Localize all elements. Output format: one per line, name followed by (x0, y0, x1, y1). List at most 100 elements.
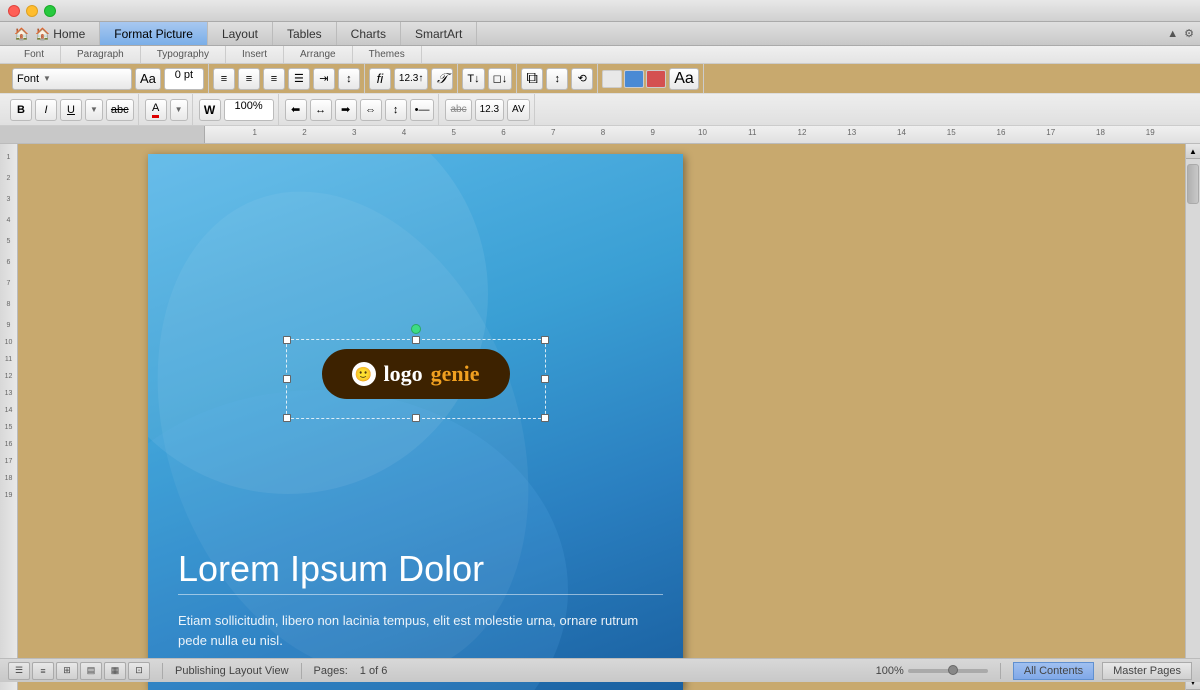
font-size-input[interactable]: 0 pt (164, 68, 204, 90)
ruler-left-margin (0, 126, 205, 143)
scroll-thumb[interactable] (1187, 164, 1199, 204)
font-section: Font ▼ Aa 0 pt (8, 64, 209, 93)
all-contents-tab[interactable]: All Contents (1013, 662, 1094, 680)
tab-tables[interactable]: Tables (273, 22, 337, 45)
handle-middle-right[interactable] (541, 375, 549, 383)
av-btn[interactable]: AV (507, 99, 530, 121)
handle-top-right[interactable] (541, 336, 549, 344)
typography-group-label: Typography (141, 46, 226, 63)
tab-layout[interactable]: Layout (208, 22, 273, 45)
view-icon-2[interactable]: ≡ (32, 662, 54, 680)
themes-group-label: Themes (353, 46, 422, 63)
nav-gear[interactable]: ⚙ (1184, 27, 1194, 40)
insert-section: T↓ ◻↓ (458, 64, 517, 93)
font-color-btn[interactable]: A (145, 99, 167, 121)
zoom-control: 100% (876, 665, 988, 677)
typo-cursive[interactable]: 𝒯 (431, 68, 453, 90)
text-format-section: B I U ▼ abc (6, 94, 139, 125)
logo-smiley-icon: 🙂 (351, 362, 375, 386)
close-button[interactable] (8, 5, 20, 17)
para-align-right[interactable]: ≡ (263, 68, 285, 90)
themes-section: Aa (598, 64, 704, 93)
nav-back[interactable]: ▲ (1167, 28, 1178, 40)
para-spacing[interactable]: ↕ (338, 68, 360, 90)
master-pages-tab[interactable]: Master Pages (1102, 662, 1192, 680)
view-icon-3[interactable]: ⊞ (56, 662, 78, 680)
typography-section: fi 12.3↑ 𝒯 (365, 64, 458, 93)
spacing-btn[interactable]: ↕ (385, 99, 407, 121)
view-icon-1[interactable]: ☰ (8, 662, 30, 680)
theme-icon-red[interactable] (646, 70, 666, 88)
vertical-ruler: 1 2 3 4 5 6 7 8 9 10 11 12 13 14 15 16 1… (0, 144, 18, 690)
zoom-slider-thumb[interactable] (948, 665, 958, 675)
underline-btn[interactable]: U (60, 99, 82, 121)
font-color-dropdown[interactable]: ▼ (170, 99, 188, 121)
nav-arrows: ▲ ⚙ (1161, 22, 1200, 45)
title-bar (0, 0, 1200, 22)
handle-bottom-right[interactable] (541, 414, 549, 422)
status-separator-1 (162, 663, 163, 679)
ruler-content: 1 2 3 4 5 6 7 8 9 10 11 12 13 14 15 16 1… (205, 126, 1200, 143)
view-icon-5[interactable]: ▦ (104, 662, 126, 680)
abc-btn[interactable]: abc (445, 99, 471, 121)
para-align-left[interactable]: ≡ (213, 68, 235, 90)
page-title: Lorem Ipsum Dolor (178, 548, 663, 590)
arrange-wrap[interactable]: ⟲ (571, 68, 593, 90)
scroll-track[interactable] (1186, 159, 1200, 675)
pages-label: Pages: (314, 665, 348, 677)
zoom-label: 100% (876, 665, 904, 677)
view-icon-6[interactable]: ⊡ (128, 662, 150, 680)
strikethrough-btn[interactable]: abc (106, 99, 134, 121)
tab-charts[interactable]: Charts (337, 22, 401, 45)
themes-more[interactable]: Aa (669, 68, 699, 90)
logo-container[interactable]: 🙂 logogenie (321, 349, 509, 399)
align-justify-btn[interactable]: ⇔ (360, 99, 382, 121)
logo-oval: 🙂 logogenie (321, 349, 509, 399)
num2-btn[interactable]: 12.3 (475, 99, 504, 121)
status-separator-2 (301, 663, 302, 679)
zoom-input[interactable]: 100% (224, 99, 274, 121)
para-list[interactable]: ☰ (288, 68, 310, 90)
bullets-btn[interactable]: •— (410, 99, 435, 121)
tab-format-picture[interactable]: Format Picture (100, 22, 208, 45)
view-mode-icons: ☰ ≡ ⊞ ▤ ▦ ⊡ (8, 662, 150, 680)
arrange-btn2[interactable]: ↕ (546, 68, 568, 90)
theme-icon-blue[interactable] (624, 70, 644, 88)
view-icon-4[interactable]: ▤ (80, 662, 102, 680)
align-right-btn[interactable]: ➡ (335, 99, 357, 121)
dropdown-caret: ▼ (43, 74, 51, 83)
font-name-dropdown[interactable]: Font ▼ (12, 68, 132, 90)
insert-text[interactable]: T↓ (462, 68, 484, 90)
scroll-up[interactable]: ▲ (1186, 144, 1200, 159)
minimize-button[interactable] (26, 5, 38, 17)
zoom-slider[interactable] (908, 669, 988, 673)
theme-icon-default[interactable] (602, 70, 622, 88)
align-center-btn[interactable]: ↔ (310, 99, 332, 121)
tab-home[interactable]: 🏠 🏠 Home (0, 22, 100, 45)
status-separator-3 (1000, 663, 1001, 679)
font-style-btn[interactable]: Aa (135, 68, 161, 90)
page-divider (178, 594, 663, 595)
theme-icons-group (602, 70, 666, 88)
status-bar: ☰ ≡ ⊞ ▤ ▦ ⊡ Publishing Layout View Pages… (0, 658, 1200, 682)
underline-dropdown[interactable]: ▼ (85, 99, 103, 121)
bold-btn[interactable]: B (10, 99, 32, 121)
vertical-scrollbar[interactable]: ▲ ▼ (1185, 144, 1200, 690)
document-page[interactable]: 🙂 logogenie Lorem Ipsum Dolor Etiam soll… (148, 154, 683, 690)
word-count-btn[interactable]: W (199, 99, 221, 121)
align-left-btn[interactable]: ⬅ (285, 99, 307, 121)
para-indent[interactable]: ⇥ (313, 68, 335, 90)
para-align-center[interactable]: ≡ (238, 68, 260, 90)
typo-num1[interactable]: 12.3↑ (394, 68, 428, 90)
insert-shape[interactable]: ◻↓ (488, 68, 513, 90)
typo-fi[interactable]: fi (369, 68, 391, 90)
maximize-button[interactable] (44, 5, 56, 17)
canvas-area: 🙂 logogenie Lorem Ipsum Dolor Etiam soll… (18, 144, 1185, 690)
arrange-section: ⧉ ↕ ⟲ (517, 64, 598, 93)
word-count-section: W 100% (195, 94, 279, 125)
insert-group-label: Insert (226, 46, 284, 63)
arrange-btn1[interactable]: ⧉ (521, 68, 543, 90)
italic-btn[interactable]: I (35, 99, 57, 121)
tab-smartart[interactable]: SmartArt (401, 22, 477, 45)
abc-section: abc 12.3 AV (441, 94, 534, 125)
